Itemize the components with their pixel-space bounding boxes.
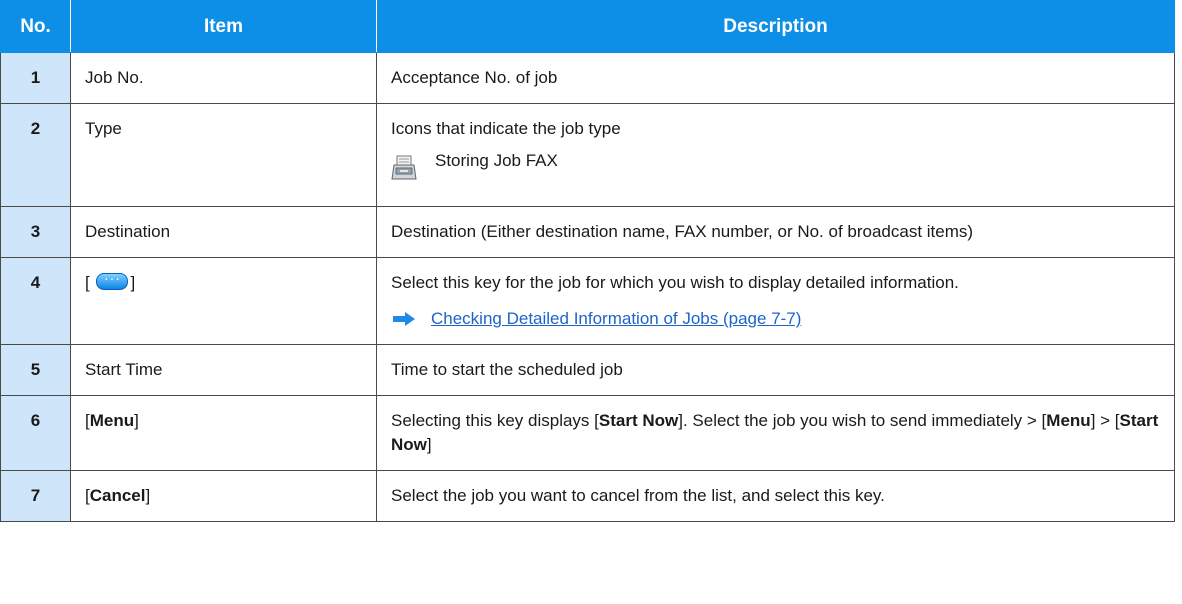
row-description: Acceptance No. of job bbox=[376, 52, 1175, 104]
header-item: Item bbox=[70, 0, 377, 53]
row-item: Job No. bbox=[70, 52, 377, 104]
table-row: 2 Type Icons that indicate the job type … bbox=[0, 103, 1175, 207]
row-description: Select this key for the job for which yo… bbox=[376, 257, 1175, 345]
fax-machine-icon bbox=[391, 155, 417, 180]
row-item: Start Time bbox=[70, 344, 377, 396]
row-description: Icons that indicate the job type Storing… bbox=[376, 103, 1175, 207]
bracket-open: [ bbox=[85, 273, 95, 292]
start-now-key-label: Start Now bbox=[598, 411, 679, 430]
desc-text: ]. Select the job you wish to send immed… bbox=[678, 411, 1047, 430]
row-number: 4 bbox=[0, 257, 71, 345]
desc-text: ] > [ bbox=[1090, 411, 1120, 430]
table-header-row: No. Item Description bbox=[0, 0, 1175, 53]
desc-text: ] bbox=[426, 435, 432, 454]
row-item: [ ] bbox=[70, 257, 377, 345]
row-number: 6 bbox=[0, 395, 71, 471]
type-description-text: Icons that indicate the job type bbox=[391, 119, 621, 138]
table-row: 1 Job No. Acceptance No. of job bbox=[0, 52, 1175, 104]
header-description: Description bbox=[376, 0, 1175, 53]
row-item: [Cancel] bbox=[70, 470, 377, 522]
row-item: Type bbox=[70, 103, 377, 207]
row-description: Select the job you want to cancel from t… bbox=[376, 470, 1175, 522]
detail-description-text: Select this key for the job for which yo… bbox=[391, 273, 959, 292]
menu-key-label: Menu bbox=[1046, 411, 1091, 430]
row-description: Time to start the scheduled job bbox=[376, 344, 1175, 396]
header-no: No. bbox=[0, 0, 71, 53]
row-number: 3 bbox=[0, 206, 71, 258]
row-number: 1 bbox=[0, 52, 71, 104]
table-row: 6 [Menu] Selecting this key displays [St… bbox=[0, 395, 1175, 471]
job-info-table: No. Item Description 1 Job No. Acceptanc… bbox=[0, 0, 1175, 522]
desc-text: Selecting this key displays [ bbox=[391, 411, 599, 430]
bracket-close: ] bbox=[145, 486, 151, 505]
detail-button-icon bbox=[96, 268, 129, 290]
menu-key-label: Menu bbox=[89, 411, 135, 430]
table-row: 3 Destination Destination (Either destin… bbox=[0, 206, 1175, 258]
detailed-information-link[interactable]: Checking Detailed Information of Jobs (p… bbox=[431, 307, 801, 331]
fax-type-label: Storing Job FAX bbox=[435, 151, 558, 170]
row-description: Destination (Either destination name, FA… bbox=[376, 206, 1175, 258]
bracket-close: ] bbox=[134, 411, 139, 430]
row-item: [Menu] bbox=[70, 395, 377, 471]
arrow-right-icon bbox=[393, 312, 415, 326]
row-number: 7 bbox=[0, 470, 71, 522]
cancel-key-label: Cancel bbox=[89, 486, 146, 505]
bracket-close: ] bbox=[130, 273, 136, 292]
row-item: Destination bbox=[70, 206, 377, 258]
table-row: 5 Start Time Time to start the scheduled… bbox=[0, 344, 1175, 396]
fax-type-entry: Storing Job FAX bbox=[391, 149, 1160, 193]
row-description: Selecting this key displays [Start Now].… bbox=[376, 395, 1175, 471]
table-row: 7 [Cancel] Select the job you want to ca… bbox=[0, 470, 1175, 522]
row-number: 5 bbox=[0, 344, 71, 396]
row-number: 2 bbox=[0, 103, 71, 207]
reference-link-line: Checking Detailed Information of Jobs (p… bbox=[391, 307, 1160, 331]
table-row: 4 [ ] Select this key for the job for wh… bbox=[0, 257, 1175, 345]
